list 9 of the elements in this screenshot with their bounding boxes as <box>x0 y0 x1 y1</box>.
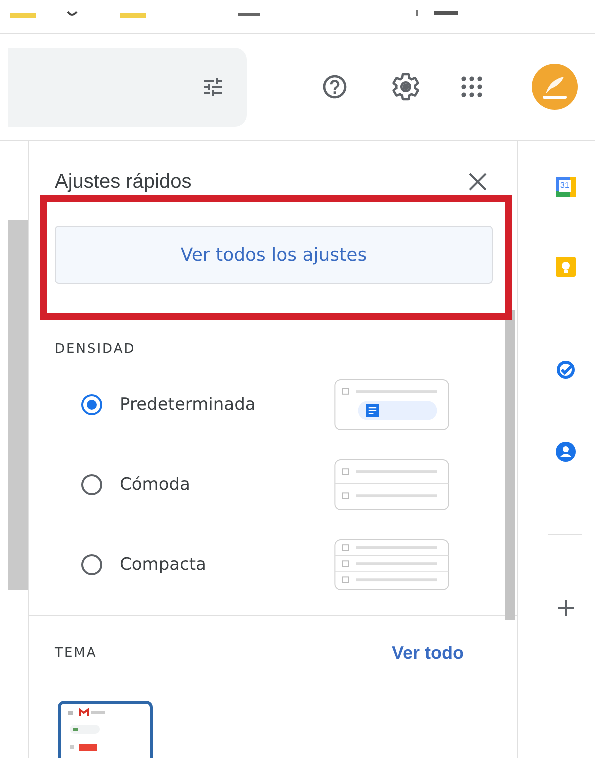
calendar-day: 31 <box>559 180 571 192</box>
option-label[interactable]: Predeterminada <box>120 395 333 415</box>
option-label[interactable]: Cómoda <box>120 475 333 495</box>
all-settings-button[interactable]: Ver todos los ajustes <box>55 226 493 284</box>
section-heading: TEMA <box>55 646 98 661</box>
option-label[interactable]: Compacta <box>120 555 333 575</box>
section-heading: DENSIDAD <box>55 342 137 357</box>
see-all-link[interactable]: Ver todo <box>392 643 464 664</box>
panel-title: Ajustes rápidos <box>55 170 192 194</box>
